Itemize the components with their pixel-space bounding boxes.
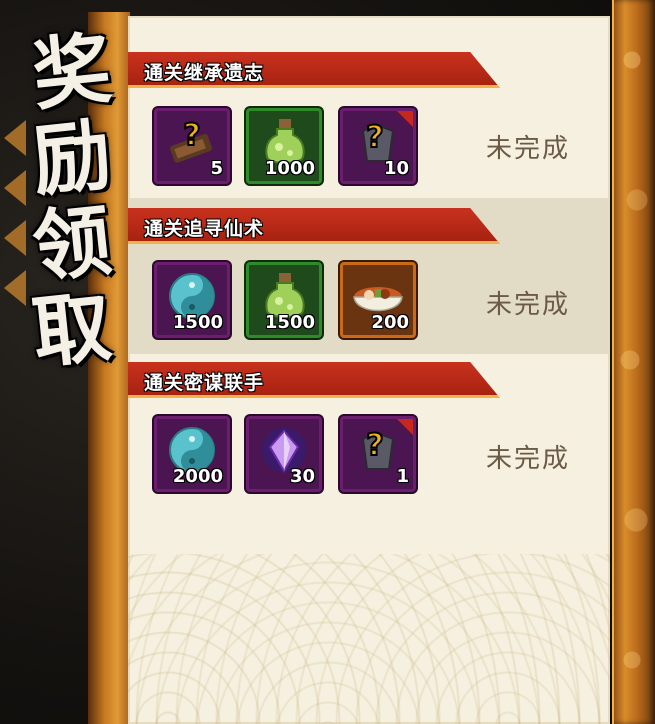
reward-item[interactable]: ? 1	[340, 416, 416, 492]
item-quantity: 1000	[264, 158, 315, 179]
item-quantity: 10	[383, 158, 409, 179]
section-banner-2: 通关追寻仙术	[128, 208, 500, 244]
status-text: 未完成	[486, 290, 571, 320]
reward-item[interactable]: ? 5	[154, 108, 230, 184]
item-quantity: 1500	[172, 312, 223, 333]
svg-text:?: ?	[366, 428, 383, 463]
reward-item[interactable]: 30	[246, 416, 322, 492]
item-quantity: 5	[210, 158, 223, 179]
reward-item[interactable]: 1000	[246, 108, 322, 184]
item-quantity: 200	[371, 312, 409, 333]
reward-item[interactable]: 2000	[154, 416, 230, 492]
status-text: 未完成	[486, 444, 571, 474]
wave-pattern	[128, 554, 610, 724]
item-quantity: 2000	[172, 466, 223, 487]
item-quantity: 1500	[264, 312, 315, 333]
item-quantity: 30	[289, 466, 315, 487]
title-char: 领	[28, 195, 116, 294]
section-title: 通关追寻仙术	[144, 218, 265, 240]
title-char: 奖	[28, 23, 116, 122]
page-title: 奖 励 领 取	[22, 23, 122, 380]
reward-item[interactable]: 1500	[154, 262, 230, 338]
title-char: 励	[28, 109, 116, 208]
section-title: 通关密谋联手	[144, 372, 265, 394]
section-banner-1: 通关继承遗志	[128, 52, 500, 88]
reward-item[interactable]: ? 10	[340, 108, 416, 184]
title-char: 取	[28, 281, 116, 380]
right-border	[612, 0, 655, 724]
svg-text:?: ?	[366, 120, 383, 155]
section-banner-3: 通关密谋联手	[128, 362, 500, 398]
svg-text:?: ?	[183, 118, 200, 153]
section-title: 通关继承遗志	[144, 62, 265, 84]
border-pattern	[612, 0, 655, 724]
item-quantity: 1	[396, 466, 409, 487]
reward-item[interactable]: 200	[340, 262, 416, 338]
reward-item[interactable]: 1500	[246, 262, 322, 338]
status-text: 未完成	[486, 134, 571, 164]
